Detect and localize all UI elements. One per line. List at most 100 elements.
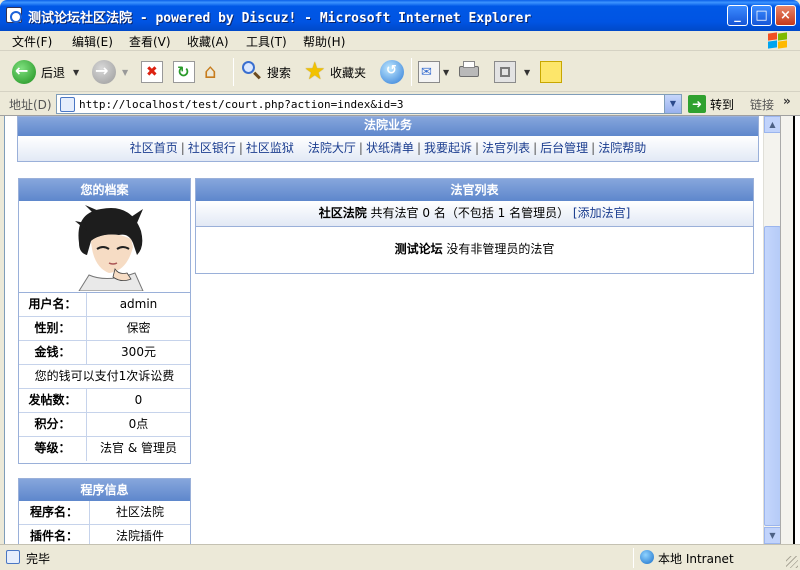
money-value: 300元 bbox=[121, 345, 156, 359]
search-label: 搜索 bbox=[267, 65, 292, 80]
refresh-button[interactable]: ↻ bbox=[173, 59, 195, 85]
security-zone[interactable]: 本地 Intranet bbox=[658, 550, 734, 567]
scroll-thumb[interactable] bbox=[764, 226, 781, 526]
menu-file[interactable]: 文件(F) bbox=[12, 33, 52, 50]
menu-tools[interactable]: 工具(T) bbox=[246, 33, 287, 50]
search-button[interactable]: 搜索 bbox=[241, 59, 291, 85]
notes-button[interactable] bbox=[540, 59, 562, 85]
nav-divider: | bbox=[475, 141, 480, 155]
judge-list-title: 法官列表 bbox=[196, 179, 753, 201]
nav-community-prison[interactable]: 社区监狱 bbox=[246, 141, 294, 155]
star-icon: ★ bbox=[304, 57, 326, 85]
mail-button[interactable]: ✉ ▼ bbox=[418, 59, 449, 85]
right-frame-edge bbox=[780, 116, 800, 544]
go-label: 转到 bbox=[710, 97, 735, 112]
nav-community-bank[interactable]: 社区银行 bbox=[188, 141, 236, 155]
go-button[interactable]: ➜ 转到 bbox=[688, 95, 734, 113]
profile-row-username: 用户名： admin bbox=[19, 293, 190, 317]
links-button[interactable]: 链接 bbox=[750, 96, 774, 113]
court-name: 社区法院 bbox=[318, 206, 367, 220]
nav-court-help[interactable]: 法院帮助 bbox=[598, 141, 646, 155]
nav-community-home[interactable]: 社区首页 bbox=[130, 141, 178, 155]
back-dropdown-icon[interactable]: ▼ bbox=[73, 68, 79, 77]
edit-dropdown-icon[interactable]: ▼ bbox=[524, 68, 530, 77]
minimize-button[interactable]: _ bbox=[727, 5, 748, 26]
forward-arrow-icon bbox=[92, 60, 116, 84]
judge-count-text: 共有法官 0 名（不包括 1 名管理员） bbox=[366, 206, 570, 220]
address-input[interactable]: http://localhost/test/court.php?action=i… bbox=[56, 94, 682, 114]
avatar bbox=[75, 205, 144, 291]
print-button[interactable] bbox=[457, 59, 479, 85]
add-judge-link[interactable]: [添加法官] bbox=[573, 206, 630, 220]
scroll-down-icon[interactable]: ▼ bbox=[764, 527, 781, 544]
level-key: 等级： bbox=[19, 437, 87, 461]
address-bar: 地址(D) http://localhost/test/court.php?ac… bbox=[0, 92, 800, 116]
profile-row-gender: 性别： 保密 bbox=[19, 317, 190, 341]
edit-button[interactable]: ▼ bbox=[494, 59, 530, 85]
profile-row-level: 等级： 法官 & 管理员 bbox=[19, 437, 190, 461]
nav-divider: | bbox=[416, 141, 422, 155]
home-icon: ⌂ bbox=[204, 59, 217, 83]
points-value: 0点 bbox=[128, 417, 149, 431]
points-key: 积分： bbox=[19, 413, 87, 436]
back-button[interactable]: 后退 ▼ bbox=[12, 59, 79, 85]
address-url[interactable]: http://localhost/test/court.php?action=i… bbox=[79, 98, 404, 111]
menu-bar: 文件(F) 编辑(E) 查看(V) 收藏(A) 工具(T) 帮助(H) bbox=[0, 31, 800, 51]
plugin-name-value: 法院插件 bbox=[115, 529, 164, 543]
home-button[interactable]: ⌂ bbox=[203, 59, 225, 85]
go-arrow-icon: ➜ bbox=[688, 95, 706, 113]
level-value: 法官 & 管理员 bbox=[100, 441, 177, 455]
resize-grip-icon[interactable] bbox=[786, 556, 798, 568]
program-info-panel: 程序信息 程序名： 社区法院 插件名： 法院插件 bbox=[18, 478, 191, 544]
history-button[interactable]: ↺ bbox=[380, 59, 404, 85]
status-text: 完毕 bbox=[26, 552, 51, 566]
nav-admin[interactable]: 后台管理 bbox=[540, 141, 588, 155]
forward-button[interactable]: ▼ bbox=[92, 59, 128, 85]
menu-view[interactable]: 查看(V) bbox=[129, 33, 171, 50]
maximize-button[interactable]: □ bbox=[751, 5, 772, 26]
menu-favorites[interactable]: 收藏(A) bbox=[187, 33, 229, 50]
profile-row-note: 您的钱可以支付1次诉讼费 bbox=[19, 365, 190, 389]
favorites-button[interactable]: ★ 收藏夹 bbox=[304, 57, 367, 85]
gender-key: 性别： bbox=[19, 317, 87, 340]
nav-file-lawsuit[interactable]: 我要起诉 bbox=[424, 141, 472, 155]
ie-app-icon[interactable] bbox=[6, 7, 22, 23]
forward-dropdown-icon[interactable]: ▼ bbox=[122, 68, 128, 77]
favorites-label: 收藏夹 bbox=[330, 65, 367, 80]
menu-help[interactable]: 帮助(H) bbox=[303, 33, 345, 50]
nav-court-hall[interactable]: 法院大厅 bbox=[308, 141, 356, 155]
plugin-name-key: 插件名： bbox=[19, 525, 90, 544]
address-dropdown-icon[interactable]: ▼ bbox=[664, 95, 681, 113]
program-row-name: 程序名： 社区法院 bbox=[19, 501, 190, 525]
stop-button[interactable]: ✖ bbox=[141, 59, 163, 85]
page-icon bbox=[60, 97, 75, 112]
menu-edit[interactable]: 编辑(E) bbox=[72, 33, 113, 50]
nav-complaint-list[interactable]: 状纸清单 bbox=[366, 141, 414, 155]
nav-divider: | bbox=[180, 141, 185, 155]
stop-icon: ✖ bbox=[141, 61, 163, 83]
mail-icon: ✉ bbox=[418, 61, 440, 83]
intranet-zone-icon bbox=[640, 550, 654, 564]
status-bar: 完毕 本地 Intranet bbox=[0, 544, 800, 570]
profile-panel: 您的档案 用户名： admin 性别： 保密 金钱： 300元 您的钱可以支付1… bbox=[18, 178, 191, 464]
gender-value: 保密 bbox=[126, 321, 151, 335]
chevron-right-icon[interactable]: » bbox=[783, 94, 791, 108]
mail-dropdown-icon[interactable]: ▼ bbox=[443, 68, 449, 77]
nav-judge-list[interactable]: 法官列表 bbox=[482, 141, 530, 155]
toolbar-separator bbox=[411, 58, 412, 86]
edit-page-icon bbox=[494, 61, 516, 83]
window-title: 测试论坛社区法院 - powered by Discuz! - Microsof… bbox=[28, 11, 532, 26]
vertical-scrollbar[interactable]: ▲ ▼ bbox=[763, 116, 781, 544]
profile-row-posts: 发帖数： 0 bbox=[19, 389, 190, 413]
close-button[interactable]: × bbox=[775, 5, 796, 26]
printer-icon bbox=[457, 61, 479, 83]
scroll-up-icon[interactable]: ▲ bbox=[764, 116, 781, 133]
money-key: 金钱： bbox=[19, 341, 87, 364]
nav-divider: | bbox=[533, 141, 538, 155]
refresh-icon: ↻ bbox=[173, 61, 195, 83]
username-key: 用户名： bbox=[19, 293, 87, 316]
status-separator bbox=[633, 548, 634, 568]
court-nav: 社区首页 | 社区银行 | 社区监狱 法院大厅 | 状纸清单 | 我要起诉 | 法官列表 | 后台管理 | 法… bbox=[18, 136, 758, 161]
windows-logo-icon bbox=[766, 32, 790, 50]
back-arrow-icon bbox=[12, 60, 36, 84]
